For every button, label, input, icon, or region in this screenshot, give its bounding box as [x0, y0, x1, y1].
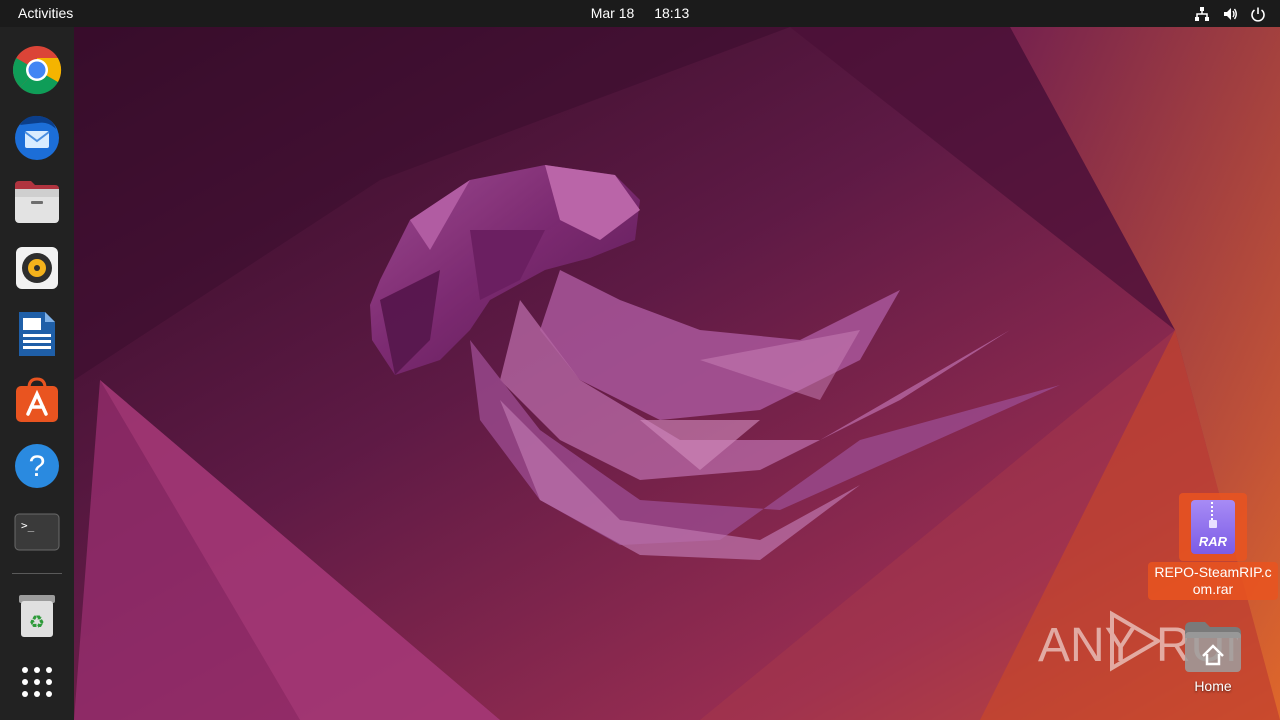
dock-item-files[interactable] — [9, 174, 65, 230]
dock-item-libreoffice-writer[interactable] — [9, 306, 65, 362]
help-icon: ? — [15, 444, 59, 488]
desktop-home-folder[interactable]: Home — [1168, 614, 1258, 704]
software-icon — [16, 377, 58, 422]
clock-date: Mar 18 — [590, 5, 635, 21]
clock-button[interactable]: Mar 18 18:13 — [575, 5, 706, 21]
desktop-file-rar[interactable]: RAR REPO-SteamRIP.com.rar — [1148, 492, 1278, 602]
svg-text:♻: ♻ — [29, 612, 45, 633]
rar-icon-text: RAR — [1199, 534, 1228, 549]
dock-item-terminal[interactable]: >_ — [9, 504, 65, 560]
activities-button[interactable]: Activities — [6, 3, 85, 24]
dock-item-trash[interactable]: ♻ — [9, 588, 65, 644]
network-icon[interactable] — [1194, 6, 1210, 22]
top-bar: Activities Mar 18 18:13 — [0, 0, 1280, 27]
trash-icon: ♻ — [19, 595, 55, 637]
dock-item-chrome[interactable] — [9, 42, 65, 98]
svg-text:?: ? — [29, 450, 46, 483]
volume-icon[interactable] — [1222, 6, 1238, 22]
dock-item-thunderbird[interactable] — [9, 108, 65, 164]
rar-archive-icon: RAR — [1191, 500, 1235, 554]
power-icon[interactable] — [1250, 6, 1266, 22]
desktop-home-label: Home — [1194, 678, 1232, 694]
dock-item-help[interactable]: ? — [9, 438, 65, 494]
clock-time: 18:13 — [654, 5, 690, 21]
app-grid-icon — [22, 667, 52, 697]
dock-item-show-applications[interactable] — [9, 654, 65, 710]
chrome-icon — [12, 46, 62, 95]
terminal-icon: >_ — [14, 513, 60, 551]
svg-text:>_: >_ — [21, 519, 35, 532]
dock-item-ubuntu-software[interactable] — [9, 372, 65, 428]
system-tray[interactable] — [1194, 4, 1266, 23]
desktop-file-label: REPO-SteamRIP.com.rar — [1154, 564, 1272, 597]
rhythmbox-icon — [16, 247, 58, 289]
files-icon — [15, 181, 59, 223]
dock: ? >_ ♻ — [0, 27, 74, 720]
dock-separator — [12, 573, 62, 574]
dock-item-rhythmbox[interactable] — [9, 240, 65, 296]
writer-icon — [19, 312, 55, 356]
thunderbird-icon — [15, 115, 59, 160]
home-folder-icon — [1185, 622, 1241, 672]
